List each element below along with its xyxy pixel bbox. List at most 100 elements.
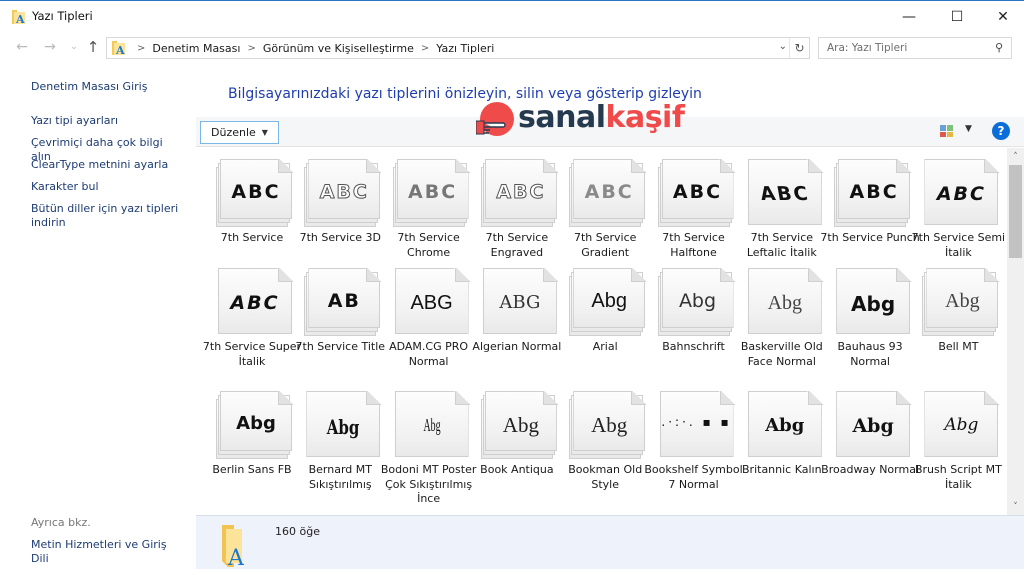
font-item[interactable]: ABC 7th Service Gradient (555, 153, 647, 273)
font-item[interactable]: ABC 7th Service (202, 153, 293, 273)
sidebar-item-find-character[interactable]: Karakter bul (31, 180, 181, 194)
font-sample-preview: Abg (944, 415, 979, 435)
font-family-file-icon: ABC (392, 159, 470, 227)
font-item[interactable]: Abg Brush Script MT İtalik (908, 385, 1002, 505)
font-name: 7th Service Chrome (397, 231, 460, 259)
breadcrumb-control-panel[interactable]: Denetim Masası (152, 42, 240, 55)
font-item[interactable]: Abg Book Antiqua (467, 385, 558, 505)
font-item[interactable]: ABG Algerian Normal (467, 262, 561, 382)
font-item[interactable]: AB 7th Service Title (290, 262, 385, 382)
font-family-file-icon: ABC (834, 159, 912, 227)
forward-button[interactable]: → (40, 37, 60, 57)
font-name: Bookshelf Symbol 7 Normal (644, 463, 743, 491)
font-name: 7th Service 3D (299, 231, 381, 244)
font-item[interactable]: ABC 7th Service Punch (820, 153, 920, 273)
font-item[interactable]: ABG ADAM.CG PRO Normal (379, 262, 470, 382)
font-item[interactable]: Abg Britannic Kalın (732, 385, 823, 505)
scroll-down-button[interactable]: ˅ (1007, 498, 1024, 515)
breadcrumb-fonts[interactable]: Yazı Tipleri (436, 42, 494, 55)
font-item[interactable]: Abg Berlin Sans FB (202, 385, 293, 505)
font-item[interactable]: ABC 7th Service Halftone (644, 153, 735, 273)
pointing-hand-icon (476, 120, 506, 135)
font-item[interactable]: Abg Bahnschrift (644, 262, 735, 382)
sidebar-control-panel-home[interactable]: Denetim Masası Giriş (31, 80, 181, 94)
item-count: 160 öğe (275, 525, 320, 538)
recent-locations-button[interactable]: ⌄ (64, 37, 84, 57)
minimize-button[interactable]: — (886, 1, 932, 32)
search-input[interactable] (827, 42, 987, 54)
font-item[interactable]: Abg Broadway Normal (820, 385, 919, 505)
maximize-button[interactable]: ☐ (934, 1, 980, 32)
font-sample-preview: ABC (584, 181, 634, 203)
up-button[interactable]: ↑ (83, 37, 103, 57)
window-title: Yazı Tipleri (32, 9, 93, 23)
vertical-scrollbar[interactable]: ˄ ˅ (1007, 148, 1024, 515)
sidebar-item-download-fonts[interactable]: Bütün diller için yazı tipleri indirin (31, 202, 181, 230)
logo-text-sanal: sanal (518, 100, 606, 135)
font-item[interactable]: Abg Bauhaus 93 Normal (820, 262, 912, 382)
font-family-file-icon: Abg (216, 391, 293, 459)
font-file-icon: Abg (922, 391, 1000, 459)
font-file-icon: Abg (746, 268, 823, 336)
breadcrumb-separator[interactable]: > (421, 43, 429, 54)
refresh-button[interactable]: ↻ (789, 38, 809, 58)
font-sample-preview: Abg (591, 413, 628, 437)
font-item[interactable]: Abg Bodoni MT Poster Çok Sıkıştırılmış İn… (379, 385, 476, 505)
font-item[interactable]: ABC 7th Service Super İtalik (202, 262, 301, 382)
font-family-file-icon: AB (304, 268, 382, 336)
sidebar-item-font-settings[interactable]: Yazı tipi ayarları (31, 114, 181, 128)
sidebar-item-text-services[interactable]: Metin Hizmetleri ve Giriş Dili (31, 538, 181, 566)
font-sample-preview: Abg (767, 292, 803, 314)
font-sample-preview: ABC (231, 181, 281, 203)
scroll-up-button[interactable]: ˄ (1007, 148, 1024, 165)
search-box[interactable]: ⚲ (818, 37, 1012, 59)
breadcrumb-separator[interactable]: > (137, 43, 145, 54)
font-name: 7th Service Halftone (662, 231, 725, 259)
font-item[interactable]: Abg Bookman Old Style (555, 385, 647, 505)
font-file-icon: ABC (922, 159, 1000, 227)
breadcrumb-appearance[interactable]: Görünüm ve Kişiselleştirme (263, 42, 414, 55)
chevron-down-icon: ▼ (261, 128, 268, 137)
address-bar[interactable]: A > Denetim Masası > Görünüm ve Kişisell… (106, 37, 810, 59)
font-item[interactable]: ABC 7th Service Leftalic İtalik (732, 153, 823, 273)
font-item[interactable]: Abg Baskerville Old Face Normal (732, 262, 823, 382)
breadcrumb-separator[interactable]: > (247, 43, 255, 54)
font-item[interactable]: Abg Arial (555, 262, 647, 382)
font-name: Bauhaus 93 Normal (837, 340, 903, 368)
fonts-grid: ABC 7th Service ABC 7th Service 3D ABC 7th Se… (196, 148, 1008, 515)
sidebar: Denetim Masası Giriş Yazı tipi ayarları … (0, 63, 196, 569)
page-fold (984, 391, 1000, 405)
font-family-file-icon: ABC (304, 159, 382, 227)
fonts-window: A Yazı Tipleri — ☐ ✕ ← → ⌄ ↑ A > Denetim… (0, 0, 1024, 569)
font-item[interactable]: Abg Bernard MT Sıkıştırılmış (290, 385, 382, 505)
font-file-icon: ABC (216, 268, 293, 336)
font-item[interactable]: .·:·. ▪ ▪ Bookshelf Symbol 7 Normal (644, 385, 743, 505)
font-item[interactable]: ABC 7th Service 3D (290, 153, 382, 273)
font-family-file-icon: Abg (569, 268, 647, 336)
change-view-icon[interactable] (940, 125, 953, 137)
font-name: Bodoni MT Poster Çok Sıkıştırılmış İnce (380, 463, 477, 505)
organize-button[interactable]: Düzenle ▼ (200, 121, 279, 144)
sidebar-item-cleartype[interactable]: ClearType metnini ayarla (31, 158, 181, 172)
close-button[interactable]: ✕ (980, 1, 1024, 32)
back-button[interactable]: ← (12, 37, 32, 57)
font-name: Algerian Normal (472, 340, 562, 353)
font-item[interactable]: ABC 7th Service Engraved (467, 153, 558, 273)
address-dropdown-icon[interactable]: ⌄ (779, 41, 787, 52)
details-pane: A 160 öğe (196, 515, 1024, 569)
font-sample-preview: ABC (758, 183, 812, 205)
font-item[interactable]: ABC 7th Service Chrome (379, 153, 470, 273)
font-family-file-icon: Abg (922, 268, 1000, 336)
font-item[interactable]: ABC 7th Service Semi İtalik (908, 153, 1005, 273)
font-name: 7th Service (220, 231, 284, 244)
fonts-folder-icon: A (12, 10, 25, 24)
font-family-file-icon: ABC (216, 159, 293, 227)
font-name: 7th Service Punch (820, 231, 920, 244)
search-icon[interactable]: ⚲ (995, 41, 1003, 54)
scrollbar-thumb[interactable] (1009, 165, 1022, 258)
help-button[interactable]: ? (992, 122, 1010, 140)
navigation-bar: ← → ⌄ ↑ A > Denetim Masası > Görünüm ve … (0, 34, 1024, 61)
font-item[interactable]: Abg Bell MT (908, 262, 1000, 382)
svg-text:A: A (227, 546, 244, 567)
view-options-dropdown[interactable]: ▼ (965, 124, 972, 134)
